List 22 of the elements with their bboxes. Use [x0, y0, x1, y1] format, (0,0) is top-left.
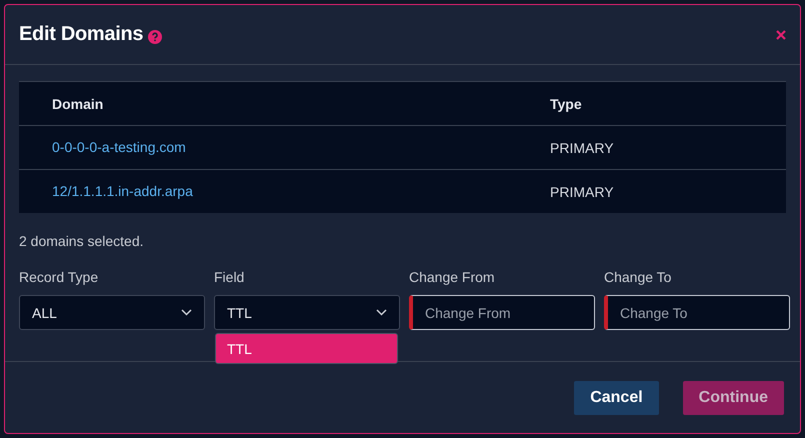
close-icon[interactable]	[776, 30, 786, 40]
field-label: Change From	[409, 269, 496, 285]
domain-link[interactable]: 0-0-0-0-a-testing.com	[52, 138, 186, 154]
dropdown-option[interactable]: TTL	[215, 333, 398, 364]
table-cell-text: PRIMARY	[550, 140, 615, 156]
chevron-down-icon	[181, 309, 192, 316]
dialog-title: Edit Domains	[19, 23, 144, 46]
field-label: Field	[214, 269, 246, 285]
field-label: Change To	[604, 269, 672, 285]
input-field[interactable]: Change To	[604, 295, 790, 330]
table-cell-text: PRIMARY	[550, 184, 615, 200]
cancel-button[interactable]: Cancel	[574, 381, 659, 415]
select-field[interactable]: ALL	[19, 295, 205, 330]
column-header: Type	[550, 96, 583, 112]
chevron-down-icon	[376, 309, 387, 316]
column-header: Domain	[52, 96, 104, 112]
domain-link[interactable]: 12/1.1.1.1.in-addr.arpa	[52, 182, 193, 198]
input-field[interactable]: Change From	[409, 295, 595, 330]
select-field[interactable]: TTL	[214, 295, 400, 330]
selection-note: 2 domains selected.	[19, 233, 145, 249]
field-label: Record Type	[19, 269, 100, 285]
help-icon[interactable]	[148, 30, 162, 44]
